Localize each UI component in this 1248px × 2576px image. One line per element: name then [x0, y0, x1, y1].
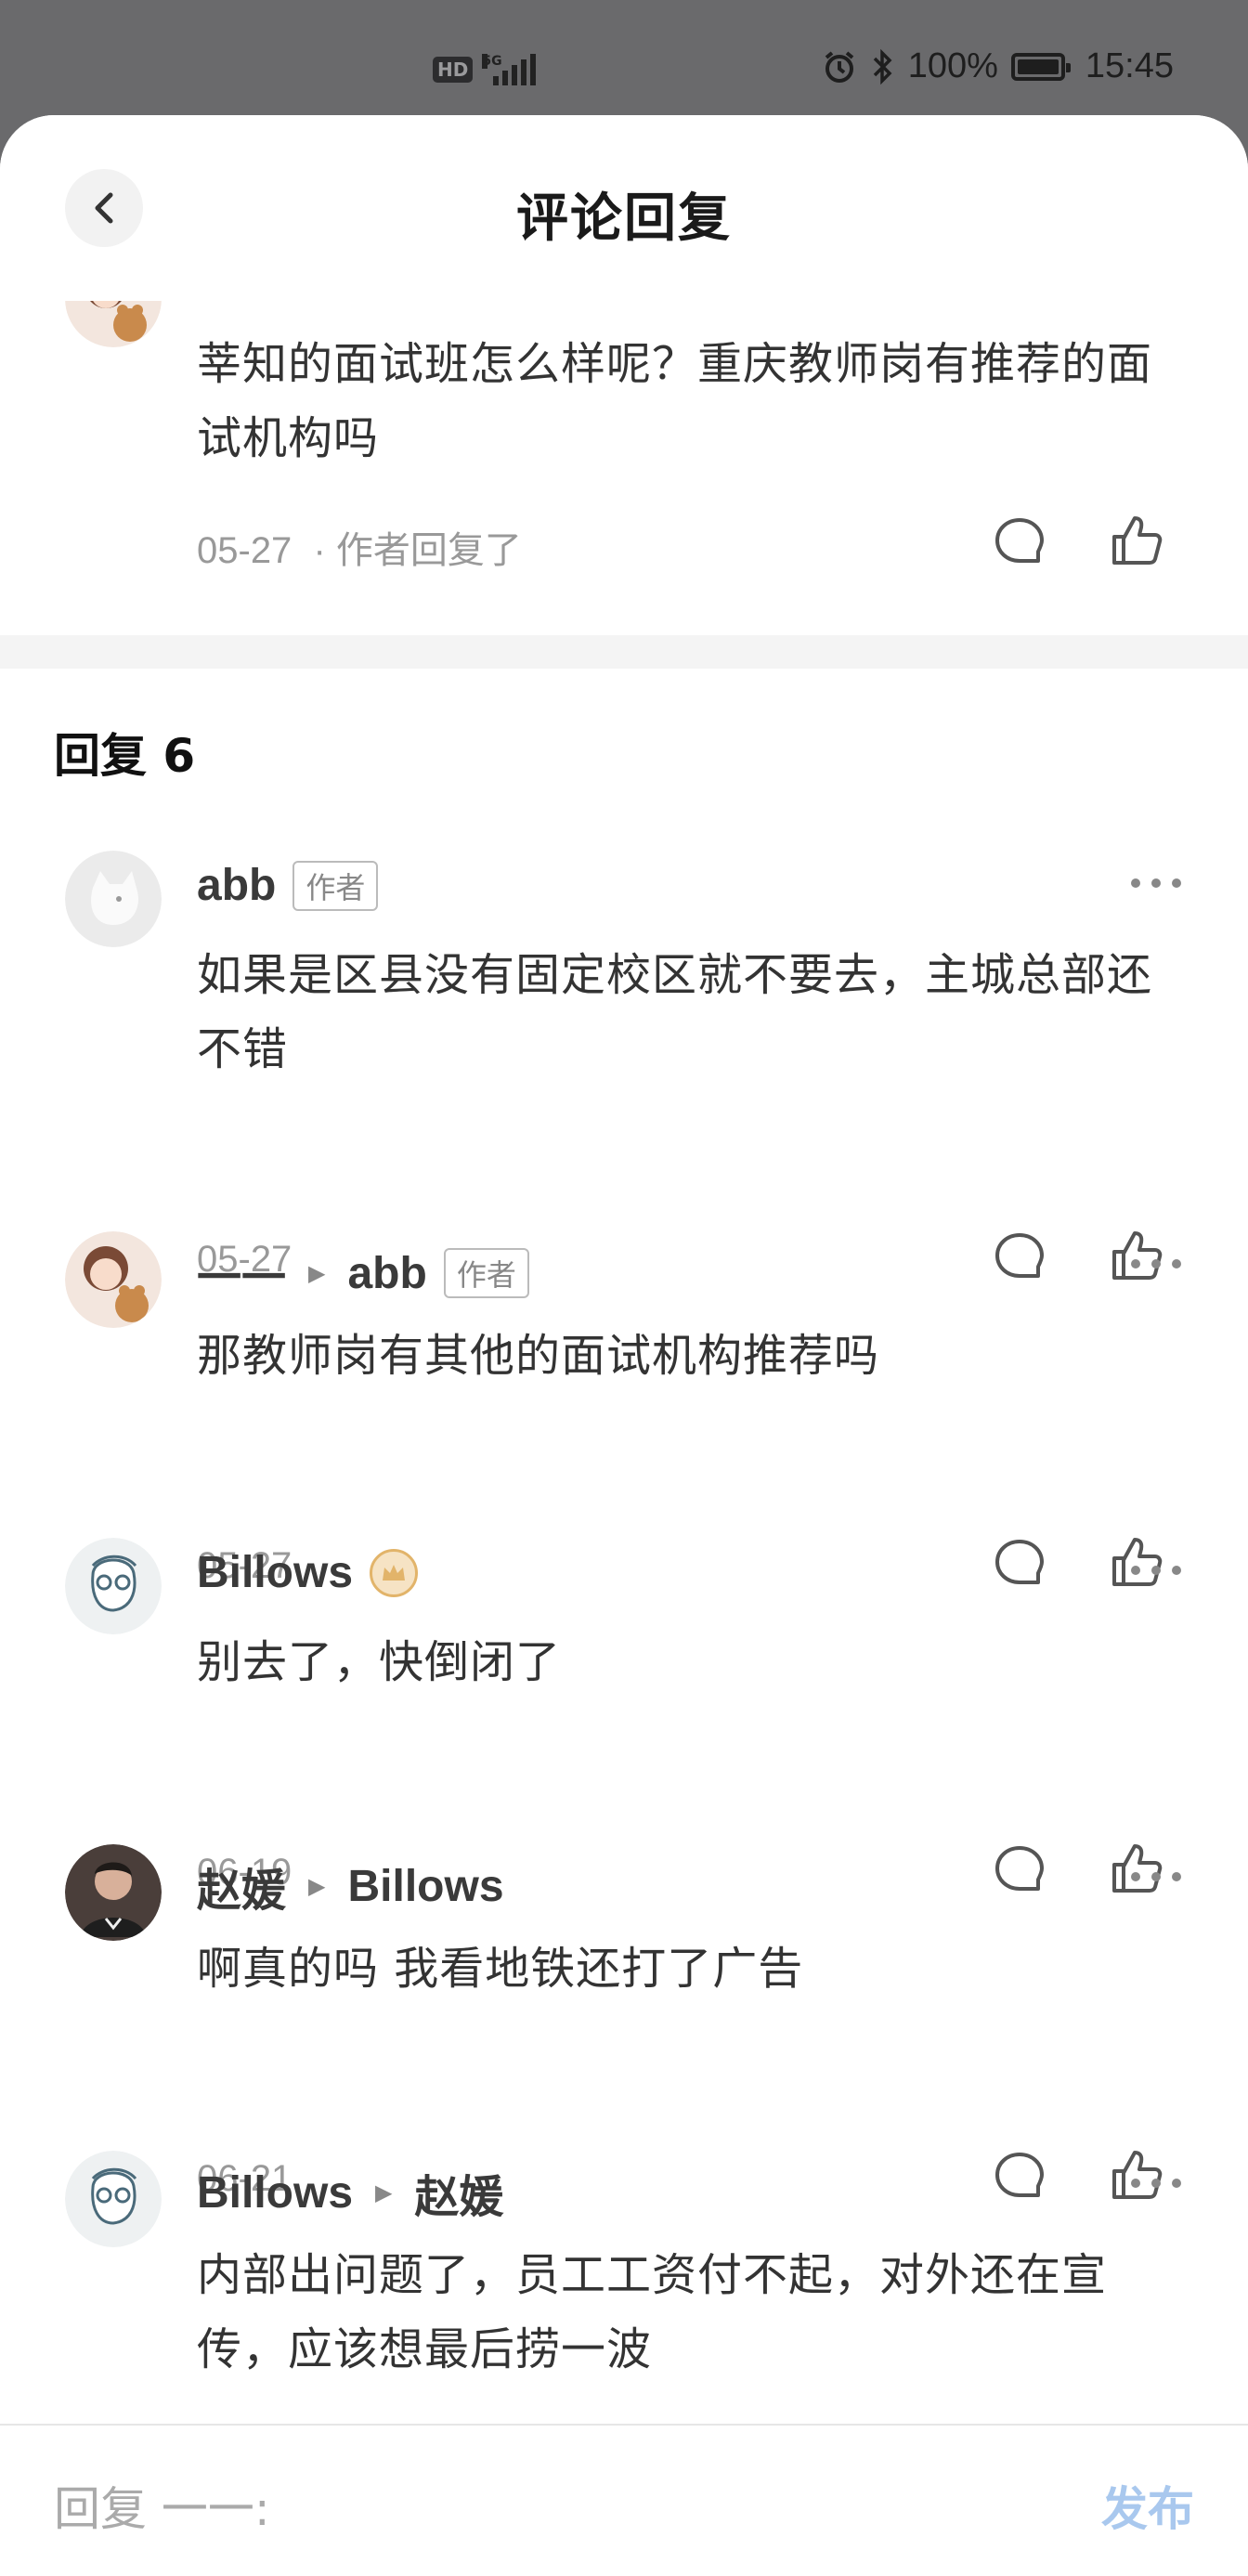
more-options-button[interactable] — [1131, 1259, 1181, 1268]
author-name[interactable]: 一一 — [197, 1241, 286, 1306]
publish-button[interactable]: 发布 — [1101, 2472, 1194, 2539]
author-replied-label: · 作者回复了 — [313, 530, 522, 571]
page-title: 评论回复 — [516, 189, 732, 249]
reply-to-name[interactable]: Billows — [347, 1861, 503, 1912]
reply-arrow-icon: ▶ — [308, 1873, 326, 1899]
reply-text: 啊真的吗 我看地铁还打了广告 — [197, 1943, 804, 1995]
reply-header: 一一 ▶ abb 作者 — [197, 1241, 529, 1306]
original-comment-text: 莘知的面试班怎么样呢？重庆教师岗有推荐的面试机构吗 — [197, 338, 1153, 464]
nav-bar: 评论回复 — [0, 115, 1248, 301]
reply-header: Billows — [197, 1547, 419, 1598]
avatar[interactable] — [65, 1231, 162, 1328]
author-name[interactable]: abb — [197, 860, 276, 911]
comment-icon[interactable] — [992, 2149, 1047, 2205]
comment-icon[interactable] — [992, 1842, 1047, 1898]
reply-input[interactable]: 回复 一一: — [54, 2472, 270, 2539]
bluetooth-icon — [873, 48, 892, 85]
reply-to-name[interactable]: 赵媛 — [415, 2160, 504, 2225]
author-tag: 作者 — [443, 1248, 529, 1298]
author-name[interactable]: 赵媛 — [197, 1854, 286, 1919]
author-name[interactable]: Billows — [197, 1547, 353, 1598]
more-options-button[interactable] — [1131, 878, 1181, 888]
battery-icon — [1010, 52, 1071, 81]
comment-icon[interactable] — [992, 1229, 1047, 1285]
avatar[interactable] — [65, 851, 162, 947]
reply-text: 那教师岗有其他的面试机构推荐吗 — [197, 1330, 880, 1382]
reply-header: 赵媛 ▶ Billows — [197, 1854, 504, 1919]
reply-header: Billows ▶ 赵媛 — [197, 2160, 504, 2225]
status-right: 100% 15:45 — [821, 46, 1174, 86]
reply-bar: 回复 一一: 发布 — [0, 2424, 1248, 2576]
status-bar: HD 5G 100% 15:45 — [0, 0, 1248, 121]
like-icon[interactable] — [1109, 1841, 1164, 1896]
network-indicator: HD 5G — [433, 54, 537, 85]
avatar[interactable] — [65, 1844, 162, 1941]
comment-reply-sheet: 评论回复 莘知的面试班怎么样呢？重庆教师岗有推荐的面试机构吗 05-27 · 作… — [0, 115, 1248, 2574]
like-icon[interactable] — [1109, 2147, 1164, 2203]
reply-arrow-icon: ▶ — [308, 1260, 326, 1286]
crown-badge-icon — [370, 1548, 419, 1597]
section-divider — [0, 635, 1248, 669]
author-tag: 作者 — [292, 860, 379, 911]
reply-arrow-icon: ▶ — [375, 2179, 393, 2205]
comment-icon[interactable] — [992, 514, 1047, 570]
avatar[interactable] — [65, 1538, 162, 1634]
original-comment-date: 05-27 — [197, 530, 292, 571]
reply-to-name[interactable]: abb — [347, 1248, 426, 1299]
replies-count-title: 回复 6 — [54, 729, 196, 783]
signal-icon: 5G — [482, 54, 537, 85]
hd-icon: HD — [433, 57, 474, 83]
battery-percent: 100% — [907, 46, 998, 85]
original-comment-meta: 05-27 · 作者回复了 — [197, 520, 522, 574]
comment-icon[interactable] — [992, 1536, 1047, 1592]
reply-text: 别去了，快倒闭了 — [197, 1636, 562, 1688]
like-icon[interactable] — [1109, 1534, 1164, 1590]
more-options-button[interactable] — [1131, 1872, 1181, 1881]
reply-text: 如果是区县没有固定校区就不要去，主城总部还不错 — [197, 949, 1153, 1075]
alarm-icon — [825, 50, 853, 83]
like-icon[interactable] — [1109, 1228, 1164, 1283]
clock: 15:45 — [1085, 46, 1174, 85]
avatar[interactable] — [65, 2151, 162, 2247]
more-options-button[interactable] — [1131, 1566, 1181, 1575]
author-name[interactable]: Billows — [197, 2167, 353, 2218]
reply-text: 内部出问题了，员工工资付不起，对外还在宣传，应该想最后捞一波 — [197, 2249, 1108, 2375]
reply-header: abb 作者 — [197, 860, 379, 911]
more-options-button[interactable] — [1131, 2179, 1181, 2188]
like-icon[interactable] — [1109, 513, 1164, 568]
